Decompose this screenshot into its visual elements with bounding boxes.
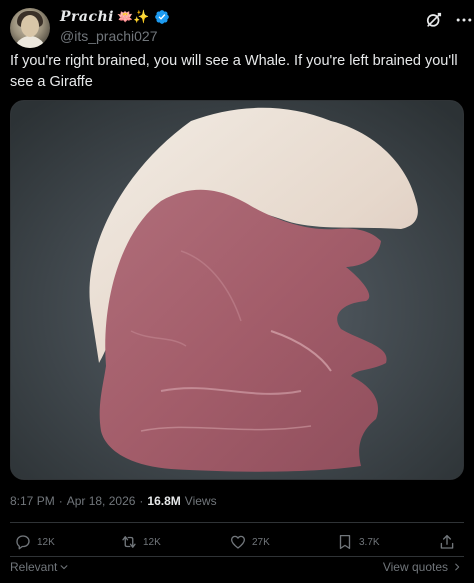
repost-button[interactable]: 12K — [120, 533, 161, 551]
chevron-down-icon — [60, 565, 68, 570]
like-button[interactable]: 27K — [229, 533, 270, 551]
view-quotes-link[interactable]: View quotes — [383, 560, 462, 574]
post-text: If you're right brained, you will see a … — [10, 53, 458, 90]
action-bar: 12K 12K 27K 3.7K — [10, 533, 466, 555]
like-count: 27K — [252, 536, 270, 548]
share-icon — [440, 534, 454, 549]
reply-icon — [16, 535, 30, 550]
divider-2 — [10, 556, 464, 557]
grok-icon[interactable] — [424, 10, 444, 30]
post-meta: 8:17 PM · Apr 18, 2026 · 16.8M Views — [10, 494, 217, 508]
bookmark-count: 3.7K — [359, 536, 380, 548]
post-time[interactable]: 8:17 PM — [10, 494, 55, 508]
avatar[interactable] — [10, 8, 50, 48]
name-emojis: 🪷✨ — [117, 9, 150, 24]
relevant-sort-dropdown[interactable]: Relevant — [10, 560, 69, 574]
post-image[interactable] — [10, 100, 464, 480]
more-icon[interactable] — [454, 10, 474, 30]
views-count: 16.8M — [147, 494, 181, 508]
views-label: Views — [184, 494, 217, 508]
view-quotes-label: View quotes — [382, 560, 448, 574]
verified-badge-icon — [155, 10, 170, 24]
post-header: Prachi 🪷✨ @its_prachi027 — [10, 6, 472, 50]
heart-icon — [230, 535, 246, 549]
bookmark-icon — [339, 534, 351, 550]
repost-icon — [122, 536, 136, 548]
author-handle[interactable]: @its_prachi027 — [60, 28, 158, 44]
share-button[interactable] — [438, 533, 456, 551]
reply-button[interactable]: 12K — [14, 533, 55, 551]
reply-count: 12K — [37, 536, 55, 548]
divider — [10, 522, 464, 523]
post-footer: Relevant View quotes — [10, 560, 464, 578]
bookmark-button[interactable]: 3.7K — [336, 533, 380, 551]
author-display-name[interactable]: Prachi — [60, 9, 114, 25]
author-name-row[interactable]: Prachi 🪷✨ — [60, 9, 170, 25]
repost-count: 12K — [143, 536, 161, 548]
meta-separator: · — [58, 494, 63, 508]
meta-separator-2: · — [139, 494, 144, 508]
steak-photo-illustration — [11, 101, 463, 479]
relevant-label: Relevant — [10, 560, 58, 574]
post-date[interactable]: Apr 18, 2026 — [67, 494, 136, 508]
chevron-right-icon — [455, 563, 460, 571]
